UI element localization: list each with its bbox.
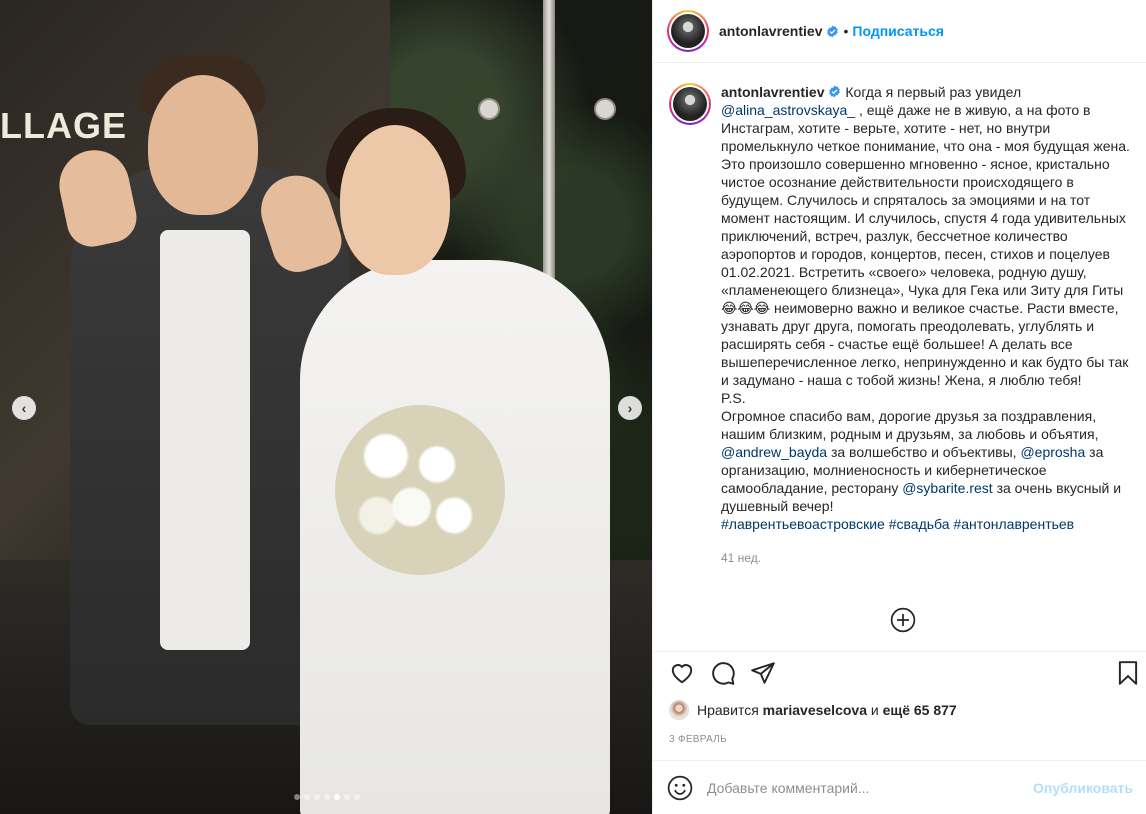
hashtag-link[interactable]: #антонлаврентьев xyxy=(953,516,1074,532)
emoji-icon[interactable] xyxy=(667,775,693,801)
caption-author-username[interactable]: antonlavrentiev xyxy=(721,84,824,100)
comment-bar: Опубликовать xyxy=(653,760,1146,814)
avatar-image xyxy=(673,87,707,121)
follow-button[interactable]: Подписаться xyxy=(852,23,944,39)
post-side-panel: antonlavrentiev • Подписаться antonlavre… xyxy=(652,0,1146,814)
comment-input[interactable] xyxy=(707,779,1034,796)
hashtag-link[interactable]: #свадьба xyxy=(889,516,950,532)
next-photo-button[interactable]: › xyxy=(618,396,642,420)
carousel-dot xyxy=(344,794,350,800)
carousel-dot xyxy=(334,794,340,800)
caption-text: antonlavrentiev Когда я первый раз увиде… xyxy=(721,84,1134,532)
liker-username[interactable]: mariaveselcova xyxy=(763,702,867,718)
previous-photo-button[interactable]: ‹ xyxy=(12,396,36,420)
bride-face xyxy=(340,125,450,275)
carousel-dots xyxy=(294,794,360,800)
groom-raised-hand xyxy=(52,143,142,252)
comment-icon[interactable] xyxy=(710,660,736,686)
avatar-image xyxy=(671,14,705,48)
caption-time-ago: 41 нед. xyxy=(721,551,762,565)
liker-avatar[interactable] xyxy=(669,700,689,720)
header-separator: • xyxy=(843,23,849,39)
door-fitting xyxy=(594,98,616,120)
verified-badge-icon xyxy=(829,85,841,98)
groom-face xyxy=(148,75,258,215)
hashtag-link[interactable]: #лаврентьевоастровские xyxy=(721,516,885,532)
likes-prefix: Нравится xyxy=(697,702,763,718)
caption-text-segment: Когда я первый раз увидел xyxy=(841,84,1026,100)
author-username[interactable]: antonlavrentiev xyxy=(719,23,822,39)
plus-circle-icon[interactable] xyxy=(890,607,916,633)
carousel-dot xyxy=(354,794,360,800)
publish-button[interactable]: Опубликовать xyxy=(1033,780,1133,796)
action-bar xyxy=(653,651,1146,691)
mention-link[interactable]: @eprosha xyxy=(1020,444,1085,460)
bookmark-icon[interactable] xyxy=(1115,660,1141,686)
mention-link[interactable]: @sybarite.rest xyxy=(902,480,992,496)
background-sign: LLAGE xyxy=(0,105,127,146)
likes-count[interactable]: ещё 65 877 xyxy=(883,702,957,718)
bouquet xyxy=(335,405,505,575)
groom-shirt xyxy=(160,230,250,650)
door-fitting xyxy=(478,98,500,120)
post-date[interactable]: 3 ФЕВРАЛЬ xyxy=(669,734,727,745)
heart-icon[interactable] xyxy=(669,660,695,686)
caption-author-avatar[interactable] xyxy=(669,83,711,125)
author-avatar[interactable] xyxy=(667,10,709,52)
mention-link[interactable]: @andrew_bayda xyxy=(721,444,827,460)
carousel-dot xyxy=(304,794,310,800)
likes-summary: Нравится mariaveselcova и ещё 65 877 xyxy=(669,700,957,720)
likes-conjunction: и xyxy=(866,702,883,718)
mention-link[interactable]: @alina_astrovskaya_ xyxy=(721,102,855,118)
share-icon[interactable] xyxy=(750,660,776,686)
caption: antonlavrentiev Когда я первый раз увиде… xyxy=(669,83,1133,533)
post-photo[interactable]: LLAGE ‹ › xyxy=(0,0,652,814)
carousel-dot xyxy=(294,794,300,800)
carousel-dot xyxy=(314,794,320,800)
verified-badge-icon xyxy=(827,25,839,37)
caption-text-segment: , ещё даже не в живую, а на фото в Инста… xyxy=(721,102,1130,442)
carousel-dot xyxy=(324,794,330,800)
caption-text-segment: за волшебство и объективы, xyxy=(827,444,1021,460)
post-header: antonlavrentiev • Подписаться xyxy=(653,0,1146,63)
comments-area: antonlavrentiev Когда я первый раз увиде… xyxy=(653,63,1146,651)
